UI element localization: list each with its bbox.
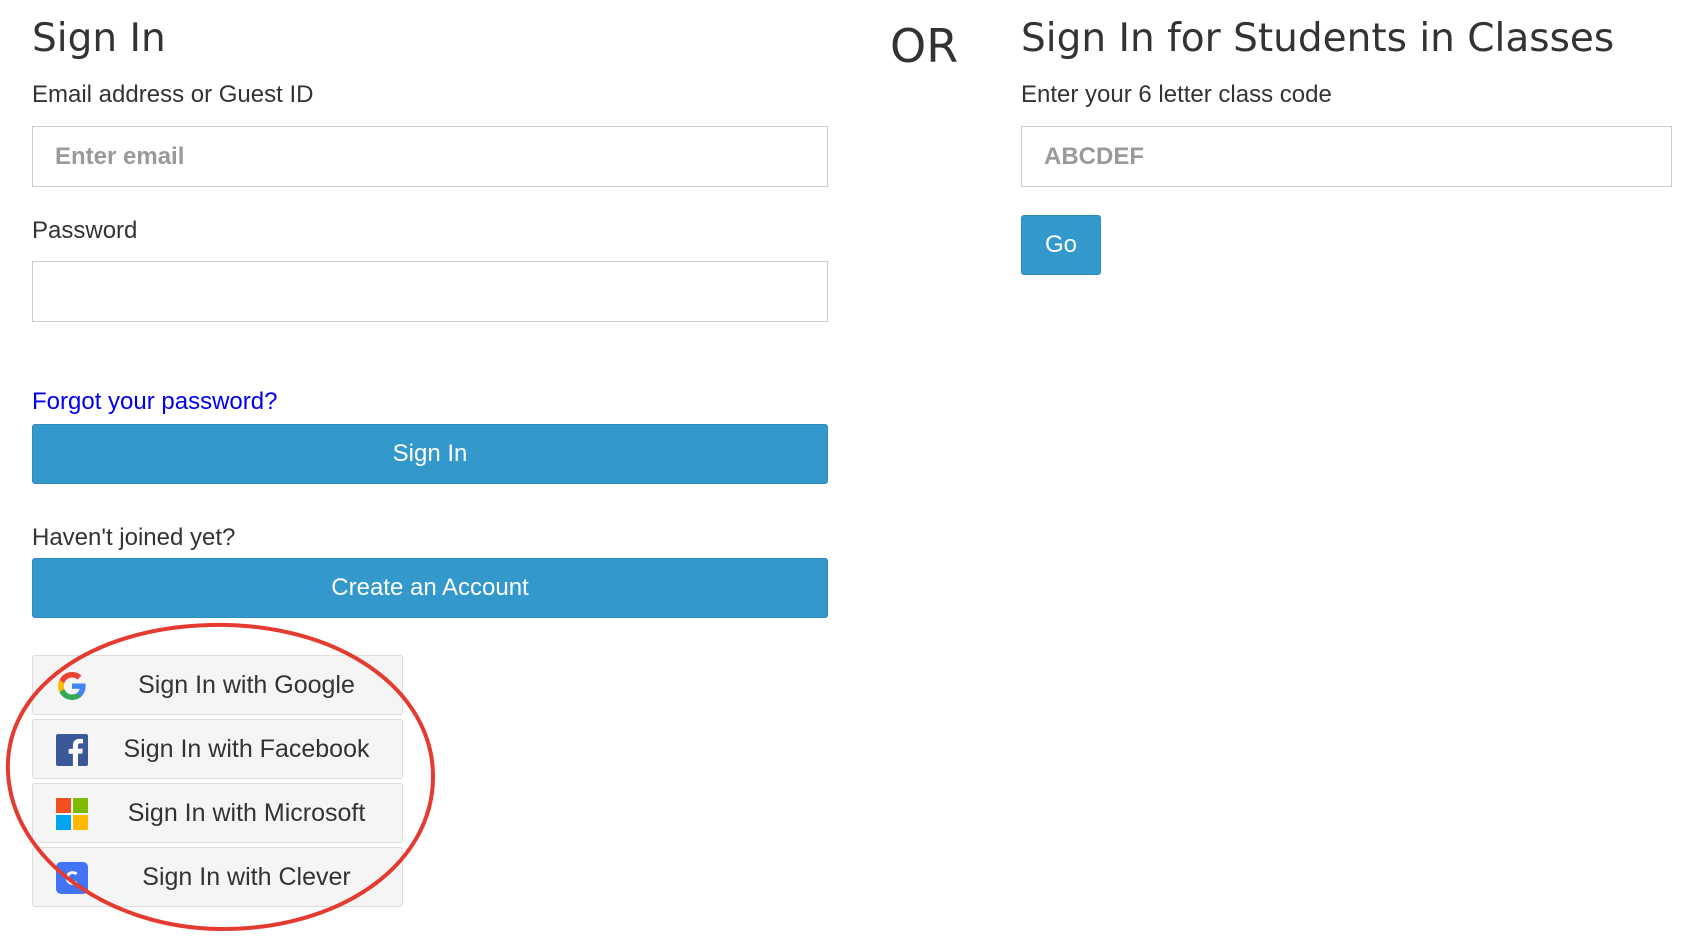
facebook-sign-in-label: Sign In with Facebook xyxy=(123,734,370,763)
forgot-password-link[interactable]: Forgot your password? xyxy=(32,387,277,417)
join-prompt: Haven't joined yet? xyxy=(32,524,236,551)
facebook-icon xyxy=(56,734,88,766)
google-sign-in-button[interactable]: Sign In with Google xyxy=(32,655,403,715)
clever-sign-in-label: Sign In with Clever xyxy=(142,862,351,891)
sign-in-title: Sign In xyxy=(32,16,166,61)
microsoft-sign-in-button[interactable]: Sign In with Microsoft xyxy=(32,783,403,843)
email-input[interactable] xyxy=(32,126,828,187)
microsoft-icon xyxy=(56,798,88,830)
create-account-button[interactable]: Create an Account xyxy=(32,558,828,618)
clever-sign-in-button[interactable]: Sign In with Clever xyxy=(32,847,403,907)
class-code-label: Enter your 6 letter class code xyxy=(1021,81,1332,108)
google-icon xyxy=(58,672,86,700)
microsoft-sign-in-label: Sign In with Microsoft xyxy=(127,798,366,827)
or-divider: OR xyxy=(890,19,959,73)
clever-icon xyxy=(56,862,88,894)
sign-in-button[interactable]: Sign In xyxy=(32,424,828,484)
go-button[interactable]: Go xyxy=(1021,215,1101,275)
google-sign-in-label: Sign In with Google xyxy=(138,670,355,699)
email-label: Email address or Guest ID xyxy=(32,81,314,108)
class-sign-in-title: Sign In for Students in Classes xyxy=(1021,16,1615,61)
facebook-sign-in-button[interactable]: Sign In with Facebook xyxy=(32,719,403,779)
class-code-input[interactable] xyxy=(1021,126,1672,187)
password-input[interactable] xyxy=(32,261,828,322)
password-label: Password xyxy=(32,217,138,244)
